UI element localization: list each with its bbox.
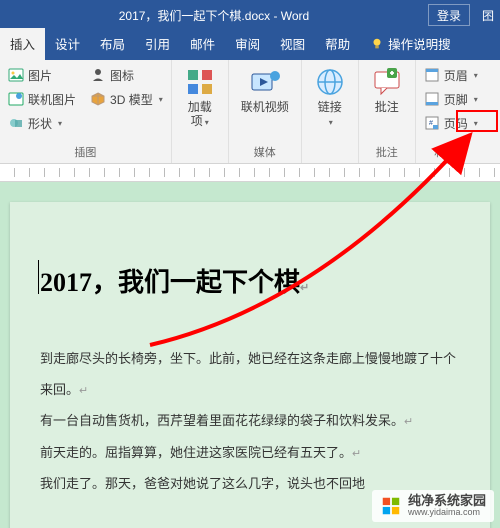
group-label-header-footer: 和页脚 [422,142,480,163]
dropdown-icon: ▾ [474,95,478,104]
online-pictures-label: 联机图片 [28,91,76,108]
paragraph-mark: ↵ [352,448,361,460]
tell-me-label: 操作说明搜 [388,34,451,53]
tab-layout[interactable]: 布局 [90,28,135,60]
comment-label: 批注 [375,100,399,114]
group-illustrations: 图片 联机图片 形状 ▾ 图标 3D 模型 ▾ [0,60,172,163]
links-label: 链接 [318,100,342,114]
header-button[interactable]: 页眉 ▾ [422,64,480,86]
group-media: 联机视频 媒体 [229,60,302,163]
links-button[interactable]: 链接 ▾ [308,64,352,131]
page-number-icon: # [424,115,440,131]
pictures-label: 图片 [28,67,52,84]
model3d-label: 3D 模型 [110,91,153,108]
ribbon-tabs: 插入 设计 布局 引用 邮件 审阅 视图 帮助 操作说明搜 [0,30,500,60]
addins-icon [184,66,216,98]
document-canvas[interactable]: 2017，我们一起下个棋↵ 到走廊尽头的长椅旁，坐下。此前，她已经在这条走廊上慢… [0,182,500,528]
group-links: 链接 ▾ [302,60,359,163]
tab-review[interactable]: 审阅 [225,28,270,60]
tab-mailings[interactable]: 邮件 [180,28,225,60]
tab-insert[interactable]: 插入 [0,28,45,60]
footer-label: 页脚 [444,91,468,108]
text-cursor [38,260,39,294]
titlebar: 2017，我们一起下个棋.docx - Word 登录 囨 [0,0,500,30]
addins-button[interactable]: 加载项▾ [178,64,222,131]
group-header-footer: 页眉 ▾ 页脚 ▾ # 页码 ▾ 和页脚 [416,60,486,163]
icons-label: 图标 [110,67,134,84]
footer-icon [424,91,440,107]
group-label-media: 媒体 [235,142,295,163]
header-label: 页眉 [444,67,468,84]
comment-icon [371,66,403,98]
link-icon [314,66,346,98]
tab-help[interactable]: 帮助 [315,28,360,60]
svg-text:#: # [429,120,433,127]
group-addins: 加载项▾ [172,60,229,163]
login-label: 登录 [437,7,461,24]
group-comments: 批注 批注 [359,60,416,163]
watermark: 纯净系统家园 www.yidaima.com [372,490,494,522]
header-icon [424,67,440,83]
paragraph[interactable]: 到走廊尽头的长椅旁，坐下。此前，她已经在这条走廊上慢慢地踱了十个来回。↵ [40,343,460,405]
footer-button[interactable]: 页脚 ▾ [422,88,480,110]
document-title[interactable]: 2017，我们一起下个棋↵ [40,262,460,299]
tab-tell-me[interactable]: 操作说明搜 [360,28,461,60]
paragraph-mark: ↵ [404,416,413,428]
video-icon [249,66,281,98]
document-page[interactable]: 2017，我们一起下个棋↵ 到走廊尽头的长椅旁，坐下。此前，她已经在这条走廊上慢… [10,202,490,528]
paragraph[interactable]: 有一台自动售货机，西芹望着里面花花绿绿的袋子和饮料发呆。↵ [40,405,460,436]
dropdown-icon: ▾ [474,71,478,80]
icons-icon [90,67,106,83]
ruler[interactable] [0,164,500,182]
shapes-icon [8,115,24,131]
addins-label-2: 项 [191,114,203,128]
window-control-icon[interactable]: 囨 [476,7,500,24]
online-video-label: 联机视频 [241,100,289,114]
addins-label-1: 加载 [188,100,212,114]
tab-view[interactable]: 视图 [270,28,315,60]
shapes-label: 形状 [28,115,52,132]
bulb-icon [370,37,384,51]
online-video-button[interactable]: 联机视频 [235,64,295,116]
model3d-button[interactable]: 3D 模型 ▾ [88,88,165,110]
dropdown-icon: ▾ [159,95,163,104]
window-title: 2017，我们一起下个棋.docx - Word [0,7,428,24]
dropdown-icon: ▾ [474,119,478,128]
dropdown-icon: ▾ [58,119,62,128]
picture-icon [8,67,24,83]
shapes-button[interactable]: 形状 ▾ [6,112,78,134]
dropdown-icon: ▾ [205,118,209,127]
pictures-button[interactable]: 图片 [6,64,78,86]
watermark-text: 纯净系统家园 [408,494,486,508]
paragraph-mark: ↵ [300,282,309,294]
login-button[interactable]: 登录 [428,4,470,26]
page-number-label: 页码 [444,115,468,132]
group-label-links [308,146,352,163]
watermark-url: www.yidaima.com [408,508,486,518]
online-picture-icon [8,91,24,107]
online-pictures-button[interactable]: 联机图片 [6,88,78,110]
paragraph-mark: ↵ [79,385,88,397]
tab-design[interactable]: 设计 [45,28,90,60]
group-label-illustrations: 插图 [6,142,165,163]
icons-button[interactable]: 图标 [88,64,165,86]
tab-references[interactable]: 引用 [135,28,180,60]
page-number-button[interactable]: # 页码 ▾ [422,112,480,134]
dropdown-icon: ▾ [329,118,333,127]
group-label-comments: 批注 [365,142,409,163]
model3d-icon [90,91,106,107]
group-label-addins [178,146,222,163]
comment-button[interactable]: 批注 [365,64,409,116]
paragraph[interactable]: 前天走的。屈指算算，她住进这家医院已经有五天了。↵ [40,437,460,468]
watermark-logo-icon [380,495,402,517]
ribbon: 图片 联机图片 形状 ▾ 图标 3D 模型 ▾ [0,60,500,164]
